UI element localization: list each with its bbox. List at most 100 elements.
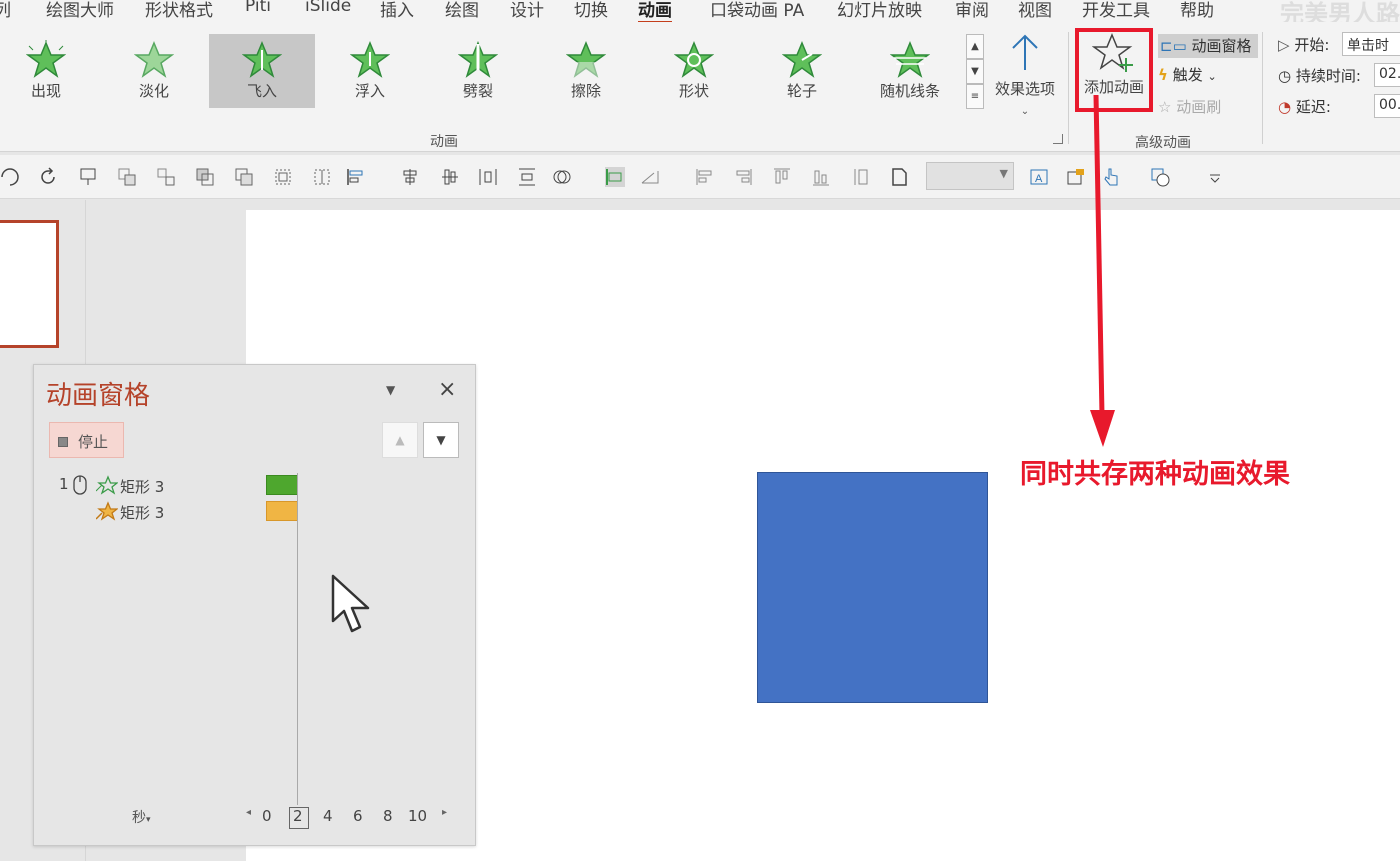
animation-painter-button[interactable]: ☆ 动画刷 xyxy=(1158,96,1221,120)
trigger-button[interactable]: ϟ 触发 ⌄ xyxy=(1158,64,1217,88)
anim-appear[interactable]: 出现 xyxy=(0,34,99,108)
crop-frame-icon[interactable] xyxy=(273,167,293,187)
star-painter-icon: ☆ xyxy=(1158,98,1172,116)
distribute-v-icon[interactable] xyxy=(517,167,537,187)
duration-input[interactable]: 02. xyxy=(1374,63,1400,87)
align-middle-icon[interactable] xyxy=(440,167,460,187)
group-icon[interactable] xyxy=(117,167,137,187)
rectangle-shape[interactable] xyxy=(757,472,988,703)
align-bottom-icon[interactable] xyxy=(811,167,831,187)
scroll-left-icon[interactable]: ◂ xyxy=(246,807,251,818)
rotate-shape-icon[interactable] xyxy=(640,167,660,187)
timeline-cursor xyxy=(297,473,298,805)
anim-fade[interactable]: 淡化 xyxy=(101,34,207,108)
tab-islide[interactable]: iSlide xyxy=(305,0,351,16)
group-label-advanced: 高级动画 xyxy=(1135,135,1191,151)
shape-fill-icon[interactable] xyxy=(1150,167,1170,187)
anim-split[interactable]: 劈裂 xyxy=(425,34,531,108)
tab-draw[interactable]: 绘图 xyxy=(445,0,479,21)
chevron-down-icon: ▾ xyxy=(146,815,151,825)
tab-design[interactable]: 设计 xyxy=(510,0,544,21)
gallery-more-button[interactable]: ≡ xyxy=(966,84,984,109)
play-icon: ▷ xyxy=(1278,36,1290,54)
tab-insert[interactable]: 插入 xyxy=(380,0,414,21)
lasso-icon[interactable] xyxy=(0,167,20,187)
timeline-bar-entrance[interactable] xyxy=(266,475,298,495)
animation-pane-button[interactable]: ⊏▭ 动画窗格 xyxy=(1158,34,1258,58)
close-icon[interactable]: × xyxy=(438,377,456,402)
anim-shape[interactable]: 形状 xyxy=(641,34,747,108)
bring-front-icon[interactable] xyxy=(195,167,215,187)
lightning-icon: ϟ xyxy=(1158,66,1168,84)
anim-float-in-label: 浮入 xyxy=(354,82,385,100)
stop-button[interactable]: 停止 xyxy=(49,422,124,458)
anim-random-bars[interactable]: 随机线条 xyxy=(857,34,963,108)
arrow-up-icon xyxy=(1012,34,1038,70)
presenter-icon[interactable] xyxy=(78,167,98,187)
tab-slideshow[interactable]: 幻灯片放映 xyxy=(837,0,922,21)
dialog-launcher-icon[interactable] xyxy=(1053,134,1063,144)
tab-developer[interactable]: 开发工具 xyxy=(1082,0,1150,21)
ribbon-separator xyxy=(1262,32,1263,144)
height-icon[interactable] xyxy=(850,167,870,187)
anim-wheel[interactable]: 轮子 xyxy=(749,34,855,108)
animation-pane-icon: ⊏▭ xyxy=(1160,37,1187,55)
distribute-h-icon[interactable] xyxy=(478,167,498,187)
move-down-button[interactable]: ▼ xyxy=(423,422,459,458)
delay-input[interactable]: 00.0 xyxy=(1374,94,1400,118)
anim-fly-in[interactable]: 飞入 xyxy=(209,34,315,108)
anim-wipe-label: 擦除 xyxy=(570,82,601,100)
pane-options-icon[interactable]: ▼ xyxy=(386,383,395,397)
send-back-icon[interactable] xyxy=(234,167,254,187)
move-up-button[interactable]: ▲ xyxy=(382,422,418,458)
text-box-icon[interactable]: A xyxy=(1029,167,1049,187)
merge-shapes-icon[interactable] xyxy=(552,167,572,187)
gallery-up-button[interactable]: ▲ xyxy=(966,34,984,59)
tab-list[interactable]: 列 xyxy=(0,0,11,21)
scroll-right-icon[interactable]: ▸ xyxy=(442,807,447,818)
star-fly-in-icon xyxy=(242,41,282,78)
effect-options-button[interactable]: 效果选项 ⌄ xyxy=(990,32,1060,122)
tab-shape-format[interactable]: 形状格式 xyxy=(145,0,213,21)
seconds-dropdown[interactable]: 秒▾ xyxy=(132,807,151,827)
font-select[interactable]: ▼ xyxy=(926,162,1014,190)
star-shape-icon xyxy=(674,41,714,78)
start-select[interactable]: 单击时 xyxy=(1342,32,1400,56)
slide-thumbnail[interactable] xyxy=(0,220,59,348)
ribbon-separator xyxy=(1068,32,1069,144)
align-top-icon[interactable] xyxy=(772,167,792,187)
align-top-left-icon[interactable] xyxy=(695,167,715,187)
gallery-down-button[interactable]: ▼ xyxy=(966,59,984,84)
group-label-animation: 动画 xyxy=(430,134,458,150)
page-icon[interactable] xyxy=(889,167,909,187)
fly-in-effect-icon xyxy=(96,475,118,495)
align-center-icon[interactable] xyxy=(400,167,420,187)
tab-review[interactable]: 审阅 xyxy=(955,0,989,21)
star-burst-icon xyxy=(26,40,66,78)
anim-wipe[interactable]: 擦除 xyxy=(533,34,639,108)
timeline-bar-emphasis[interactable] xyxy=(266,501,298,521)
tab-draw-master[interactable]: 绘图大师 xyxy=(46,0,114,21)
tab-view[interactable]: 视图 xyxy=(1018,0,1052,21)
tab-piti[interactable]: Piti xyxy=(245,0,271,16)
delay-label-row: ◔ 延迟: xyxy=(1278,96,1331,117)
animation-list-item[interactable]: 矩形 3 xyxy=(34,501,294,527)
anim-fly-in-label: 飞入 xyxy=(246,82,277,100)
select-box-icon[interactable] xyxy=(312,167,332,187)
tab-transitions[interactable]: 切换 xyxy=(574,0,608,21)
clock-icon: ◷ xyxy=(1278,67,1292,85)
tab-pocket-animation[interactable]: 口袋动画 PA xyxy=(710,0,804,21)
align-left-icon[interactable] xyxy=(346,167,366,187)
animation-pane-title: 动画窗格 xyxy=(46,381,151,411)
ungroup-icon[interactable] xyxy=(156,167,176,187)
tab-animations[interactable]: 动画 xyxy=(638,0,672,22)
customize-toolbar-icon[interactable] xyxy=(1205,167,1225,187)
animation-list-item[interactable]: 1 矩形 3 xyxy=(34,475,294,501)
trigger-label: 触发 xyxy=(1172,66,1203,84)
tab-help[interactable]: 帮助 xyxy=(1180,0,1214,21)
align-right-icon[interactable] xyxy=(733,167,753,187)
align-bottom-active-icon[interactable] xyxy=(605,167,625,187)
anim-wheel-label: 轮子 xyxy=(786,82,817,100)
rotate-icon[interactable] xyxy=(38,167,58,187)
anim-float-in[interactable]: 浮入 xyxy=(317,34,423,108)
